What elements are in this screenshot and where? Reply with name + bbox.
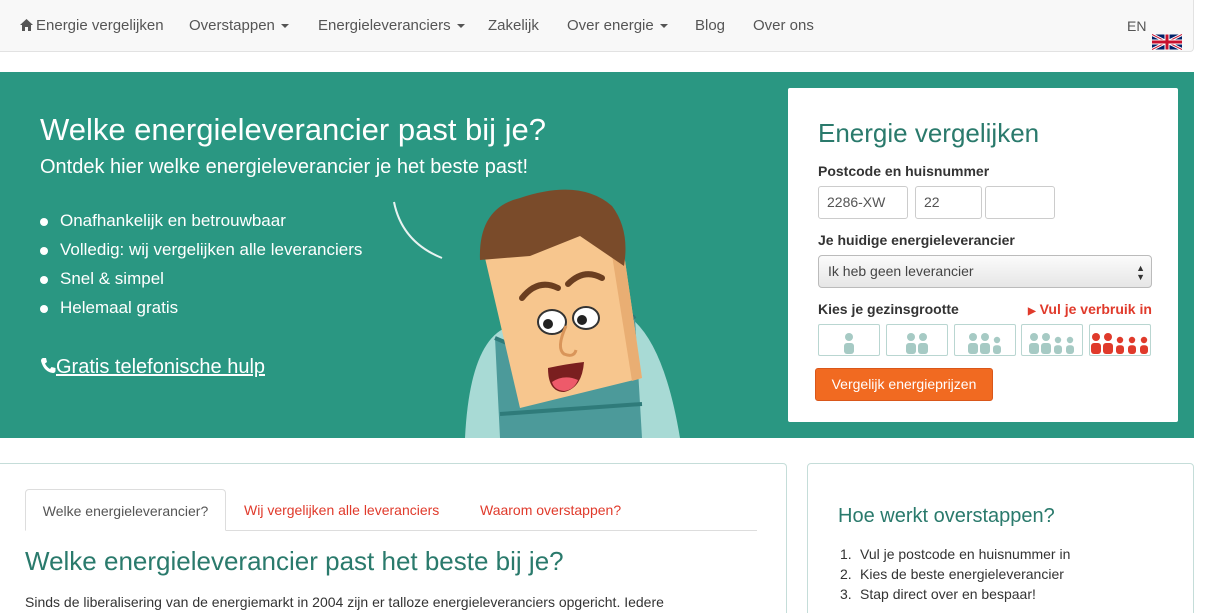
step-text: Stap direct over en bespaar! — [860, 586, 1036, 602]
step-item: 3. Stap direct over en bespaar! — [840, 586, 1036, 602]
nav-zakelijk[interactable]: Zakelijk — [488, 0, 539, 52]
supplier-selected-value: Ik heb geen leverancier — [828, 263, 974, 279]
nav-energieleveranciers-label: Energieleveranciers — [318, 17, 451, 34]
housenumber-input[interactable]: 22 — [915, 186, 982, 219]
household-size-2-button[interactable] — [886, 324, 948, 356]
phone-help-label: Gratis telefonische hulp — [56, 356, 266, 378]
caret-down-icon — [456, 24, 465, 29]
phone-help-link[interactable]: Gratis telefonische hulp — [40, 356, 265, 380]
benefit-item: Helemaal gratis — [40, 297, 362, 326]
section-title: Welke energieleverancier past het beste … — [25, 546, 564, 576]
step-item: 2. Kies de beste energieleverancier — [840, 566, 1064, 582]
uk-flag-icon — [1151, 19, 1184, 52]
postcode-input[interactable]: 2286-XW — [818, 186, 908, 219]
section-paragraph: Sinds de liberalisering van de energiema… — [25, 594, 664, 610]
nav-over-ons[interactable]: Over ons — [753, 0, 814, 52]
benefit-list: Onafhankelijk en betrouwbaar Volledig: w… — [40, 210, 362, 326]
nav-blog-label: Blog — [695, 17, 726, 34]
select-arrows-icon: ▲ ▼ — [1136, 263, 1145, 282]
step-text: Vul je postcode en huisnummer in — [860, 546, 1071, 562]
tab-waarom-overstappen[interactable]: Waarom overstappen? — [480, 489, 621, 531]
home-icon — [20, 1, 33, 53]
person-icon — [906, 333, 928, 354]
household-size-3-button[interactable] — [954, 324, 1016, 356]
phone-icon — [40, 357, 56, 380]
household-size-5-button[interactable] — [1089, 324, 1151, 356]
language-switch[interactable]: EN — [1127, 0, 1184, 52]
nav-overstappen-label: Overstappen — [189, 17, 275, 34]
top-navbar: Energie vergelijken Overstappen Energiel… — [0, 0, 1194, 52]
how-it-works-title: Hoe werkt overstappen? — [838, 505, 1055, 527]
comparison-form: Energie vergelijken Postcode en huisnumm… — [788, 88, 1178, 422]
usage-link-label: Vul je verbruik in — [1039, 301, 1152, 317]
person-icon — [968, 333, 1001, 354]
form-title: Energie vergelijken — [818, 118, 1040, 148]
household-label: Kies je gezinsgrootte — [818, 301, 959, 317]
person-icon — [844, 333, 854, 354]
language-label: EN — [1127, 18, 1147, 34]
postcode-label: Postcode en huisnummer — [818, 163, 990, 179]
tab-welke-energieleverancier[interactable]: Welke energieleverancier? — [25, 489, 226, 531]
compare-button[interactable]: Vergelijk energieprijzen — [815, 368, 993, 401]
household-size-1-button[interactable] — [818, 324, 880, 356]
caret-right-icon: ▶ — [1028, 306, 1036, 317]
supplier-label: Je huidige energieleverancier — [818, 232, 1015, 248]
nav-blog[interactable]: Blog — [695, 0, 725, 52]
household-size-4-button[interactable] — [1021, 324, 1083, 356]
nav-over-energie-label: Over energie — [567, 17, 654, 34]
step-item: 1. Vul je postcode en huisnummer in — [840, 546, 1071, 562]
usage-link[interactable]: ▶ Vul je verbruik in — [1028, 301, 1152, 317]
supplier-select[interactable]: Ik heb geen leverancier ▲ ▼ — [818, 255, 1152, 288]
nav-over-energie[interactable]: Over energie — [567, 0, 668, 52]
benefit-item: Onafhankelijk en betrouwbaar — [40, 210, 362, 239]
info-panel — [0, 463, 787, 613]
nav-energieleveranciers[interactable]: Energieleveranciers — [318, 0, 465, 52]
caret-down-icon — [280, 24, 289, 29]
step-text: Kies de beste energieleverancier — [860, 566, 1064, 582]
nav-home-label: Energie vergelijken — [36, 17, 164, 34]
steps-list: 1. Vul je postcode en huisnummer in 2. Kie… — [840, 545, 1070, 605]
caret-down-icon — [659, 24, 668, 29]
person-icon — [1029, 333, 1074, 354]
mascot-illustration — [393, 189, 680, 438]
nav-overstappen[interactable]: Overstappen — [189, 0, 289, 52]
nav-zakelijk-label: Zakelijk — [488, 17, 539, 34]
tab-wij-vergelijken[interactable]: Wij vergelijken alle leveranciers — [244, 489, 439, 531]
addition-input[interactable] — [985, 186, 1055, 219]
benefit-item: Snel & simpel — [40, 268, 362, 297]
nav-over-ons-label: Over ons — [753, 17, 814, 34]
benefit-item: Volledig: wij vergelijken alle leveranci… — [40, 239, 362, 268]
nav-home[interactable]: Energie vergelijken — [20, 0, 164, 52]
person-icon — [1091, 333, 1148, 354]
